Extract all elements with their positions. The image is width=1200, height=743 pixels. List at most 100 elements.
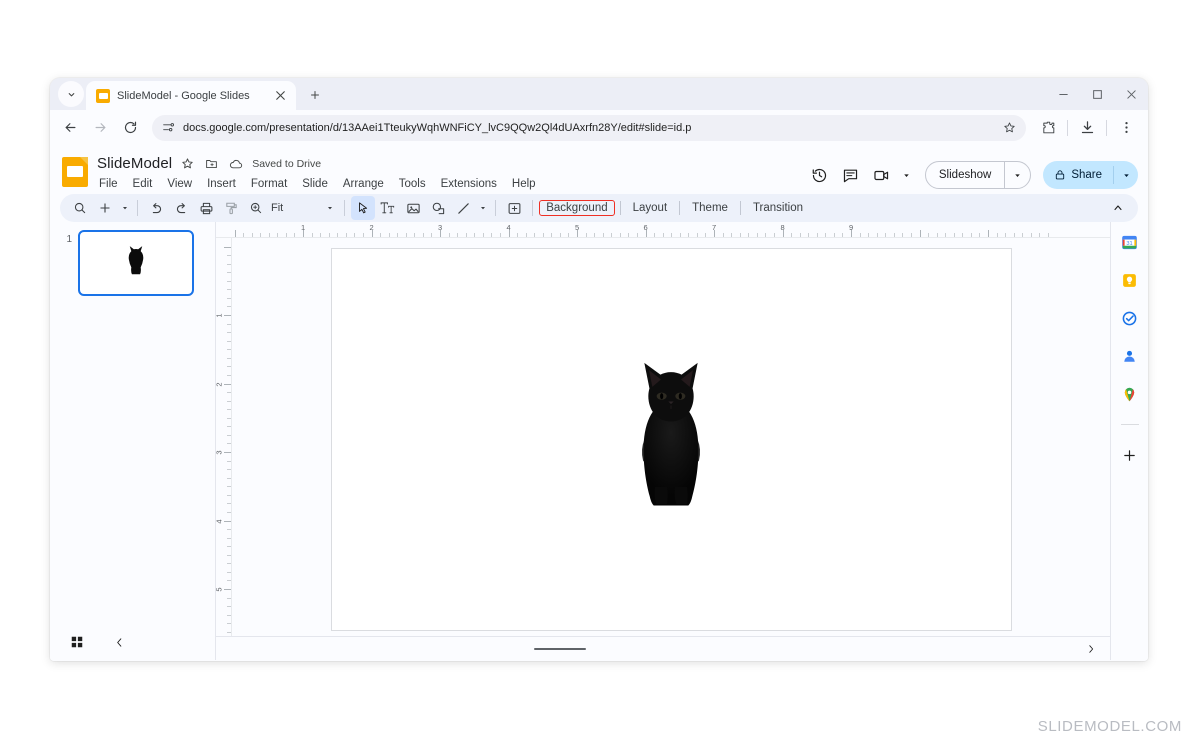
browser-tab[interactable]: SlideModel - Google Slides — [86, 81, 296, 110]
menu-slide[interactable]: Slide — [300, 177, 330, 191]
ruler-label: 8 — [780, 223, 785, 232]
menu-insert[interactable]: Insert — [205, 177, 238, 191]
watermark: SLIDEMODEL.COM — [1037, 718, 1182, 735]
expand-panel-icon[interactable] — [1084, 642, 1098, 656]
extensions-icon[interactable] — [1034, 114, 1062, 142]
address-text: docs.google.com/presentation/d/13AAei1Tt… — [183, 121, 692, 134]
document-title[interactable]: SlideModel — [97, 155, 172, 172]
transition-button[interactable]: Transition — [746, 200, 810, 216]
ruler-tick — [953, 233, 955, 237]
meet-icon[interactable] — [869, 162, 895, 188]
ruler-label: 4 — [506, 223, 511, 232]
add-ons-plus-icon[interactable] — [1120, 445, 1140, 465]
menu-help[interactable]: Help — [510, 177, 538, 191]
forward-button[interactable] — [86, 114, 114, 142]
window-close-icon[interactable] — [1114, 78, 1148, 110]
paint-format-icon[interactable] — [219, 196, 243, 220]
close-icon[interactable] — [272, 88, 288, 104]
google-maps-icon[interactable] — [1120, 384, 1140, 404]
address-bar[interactable]: docs.google.com/presentation/d/13AAei1Tt… — [152, 114, 1026, 141]
print-icon[interactable] — [194, 196, 218, 220]
menu-extensions[interactable]: Extensions — [439, 177, 499, 191]
version-history-icon[interactable] — [807, 162, 833, 188]
share-button[interactable]: Share — [1043, 161, 1113, 189]
ruler-tick — [227, 486, 231, 488]
ruler-tick — [1030, 233, 1032, 237]
horizontal-ruler[interactable]: 1 2 3 4 5 6 7 8 9 — [216, 222, 1110, 238]
text-box-icon[interactable] — [376, 196, 400, 220]
new-slide-button[interactable] — [93, 196, 117, 220]
comment-icon[interactable] — [838, 162, 864, 188]
speaker-notes-handle[interactable] — [534, 647, 586, 650]
ruler-tick — [227, 280, 231, 282]
ruler-tick — [227, 263, 231, 265]
downloads-icon[interactable] — [1073, 114, 1101, 142]
line-icon[interactable] — [451, 196, 475, 220]
shape-icon[interactable] — [426, 196, 450, 220]
chrome-menu-icon[interactable] — [1112, 114, 1140, 142]
ruler-tick — [227, 417, 231, 419]
vertical-ruler[interactable]: 1 2 3 4 5 — [216, 238, 232, 660]
new-tab-button[interactable] — [302, 82, 328, 108]
ruler-tick — [962, 233, 964, 237]
slide-thumbnail-1[interactable] — [78, 230, 194, 296]
slides-toolbar: Fit Background Layout Theme Transition — [60, 194, 1138, 222]
collapse-filmstrip-icon[interactable] — [110, 633, 128, 651]
slideshow-button[interactable]: Slideshow — [926, 162, 1004, 188]
menu-arrange[interactable]: Arrange — [341, 177, 386, 191]
slide-filmstrip: 1 — [50, 222, 216, 660]
black-kitten-image[interactable] — [631, 360, 711, 520]
meet-dropdown-icon[interactable] — [900, 162, 914, 188]
ruler-tick — [227, 460, 231, 462]
google-tasks-icon[interactable] — [1120, 308, 1140, 328]
zoom-level-value[interactable]: Fit — [269, 202, 287, 214]
menu-edit[interactable]: Edit — [131, 177, 155, 191]
zoom-icon[interactable] — [244, 196, 268, 220]
line-dropdown-icon[interactable] — [476, 196, 489, 220]
theme-button[interactable]: Theme — [685, 200, 735, 216]
share-dropdown-icon[interactable] — [1114, 161, 1138, 189]
toolbar-divider-3 — [495, 200, 497, 216]
insert-image-icon[interactable] — [401, 196, 425, 220]
ruler-tick — [568, 233, 570, 237]
undo-icon[interactable] — [144, 196, 168, 220]
minimize-icon[interactable] — [1046, 78, 1080, 110]
layout-button[interactable]: Layout — [626, 200, 675, 216]
menu-file[interactable]: File — [97, 177, 120, 191]
header-actions: Slideshow Share — [807, 153, 1138, 189]
background-button[interactable]: Background — [539, 200, 615, 216]
menu-view[interactable]: View — [165, 177, 194, 191]
grid-view-icon[interactable] — [68, 633, 86, 651]
back-button[interactable] — [56, 114, 84, 142]
maximize-icon[interactable] — [1080, 78, 1114, 110]
menu-format[interactable]: Format — [249, 177, 289, 191]
slide-canvas[interactable] — [330, 248, 1012, 631]
search-icon[interactable] — [68, 196, 92, 220]
redo-icon[interactable] — [169, 196, 193, 220]
ruler-label: 1 — [301, 223, 306, 232]
add-comment-icon[interactable] — [502, 196, 526, 220]
google-keep-icon[interactable] — [1120, 270, 1140, 290]
ruler-tick — [227, 597, 231, 599]
ruler-tick — [243, 233, 245, 237]
new-slide-dropdown-icon[interactable] — [118, 196, 131, 220]
move-to-folder-icon[interactable] — [203, 155, 220, 172]
google-calendar-icon[interactable]: 31 — [1120, 232, 1140, 252]
google-slides-logo-icon — [62, 157, 88, 187]
google-contacts-icon[interactable] — [1120, 346, 1140, 366]
slideshow-dropdown-icon[interactable] — [1005, 162, 1030, 188]
bookmark-star-icon[interactable] — [998, 117, 1020, 139]
ruler-tick — [731, 233, 733, 237]
tab-search-chevron-icon[interactable] — [58, 81, 84, 107]
word-divider-1 — [619, 201, 621, 215]
menu-tools[interactable]: Tools — [397, 177, 428, 191]
zoom-dropdown-icon[interactable] — [288, 204, 338, 212]
ruler-tick — [825, 233, 827, 237]
star-icon[interactable] — [179, 155, 196, 172]
slides-favicon — [96, 88, 110, 103]
reload-button[interactable] — [116, 114, 144, 142]
ruler-tick — [876, 233, 878, 237]
site-settings-icon[interactable] — [162, 121, 175, 134]
collapse-toolbar-icon[interactable] — [1106, 196, 1130, 220]
select-tool-icon[interactable] — [351, 196, 376, 220]
